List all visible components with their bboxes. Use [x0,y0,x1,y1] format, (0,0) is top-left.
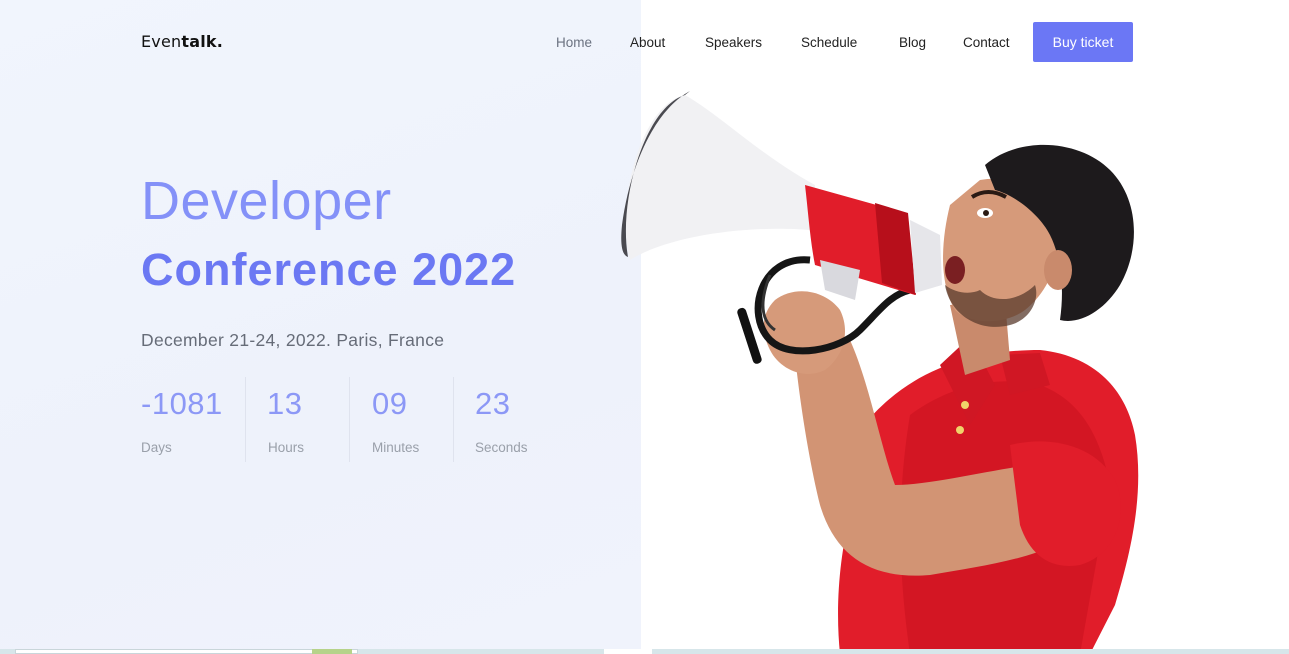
countdown-seconds-label: Seconds [475,440,528,455]
bottom-preview-block [15,649,358,654]
ear-shape [1044,250,1072,290]
megaphone-bell [625,95,815,260]
countdown-divider [349,377,350,462]
mouth-shape [945,256,965,284]
hero-title-light: Developer [141,171,392,231]
countdown-days-value: -1081 [141,386,223,421]
megaphone-mouthpiece [910,220,942,293]
countdown-divider [245,377,246,462]
nav-item-home[interactable]: Home [556,35,592,50]
countdown-hours-value: 13 [267,386,303,421]
nav-item-contact[interactable]: Contact [963,35,1010,50]
countdown-seconds-value: 23 [475,386,511,421]
bottom-preview-block [312,649,352,654]
hand-shape [763,291,845,374]
nav-item-about[interactable]: About [630,35,665,50]
site-logo[interactable]: Eventalk. [141,32,223,51]
countdown-days-label: Days [141,440,172,455]
event-date-location: December 21-24, 2022. Paris, France [141,330,445,350]
nav-item-schedule[interactable]: Schedule [801,35,857,50]
logo-light-text: Even [141,32,182,51]
nav-item-blog[interactable]: Blog [899,35,926,50]
nav-item-speakers[interactable]: Speakers [705,35,762,50]
hero-megaphone-man-image [621,91,1139,654]
shirt-button [956,426,964,434]
countdown-minutes-label: Minutes [372,440,420,455]
countdown-hours-label: Hours [268,440,305,455]
eye-pupil [983,210,989,216]
buy-ticket-button[interactable]: Buy ticket [1033,22,1133,62]
shirt-button [961,401,969,409]
hero-left-panel [0,0,641,654]
bottom-section-preview [0,649,1289,654]
logo-bold-text: talk. [181,32,224,51]
bottom-preview-block [604,649,652,654]
countdown-minutes-value: 09 [372,386,408,421]
countdown-divider [453,377,454,462]
hero-title-bold: Conference 2022 [141,244,517,295]
